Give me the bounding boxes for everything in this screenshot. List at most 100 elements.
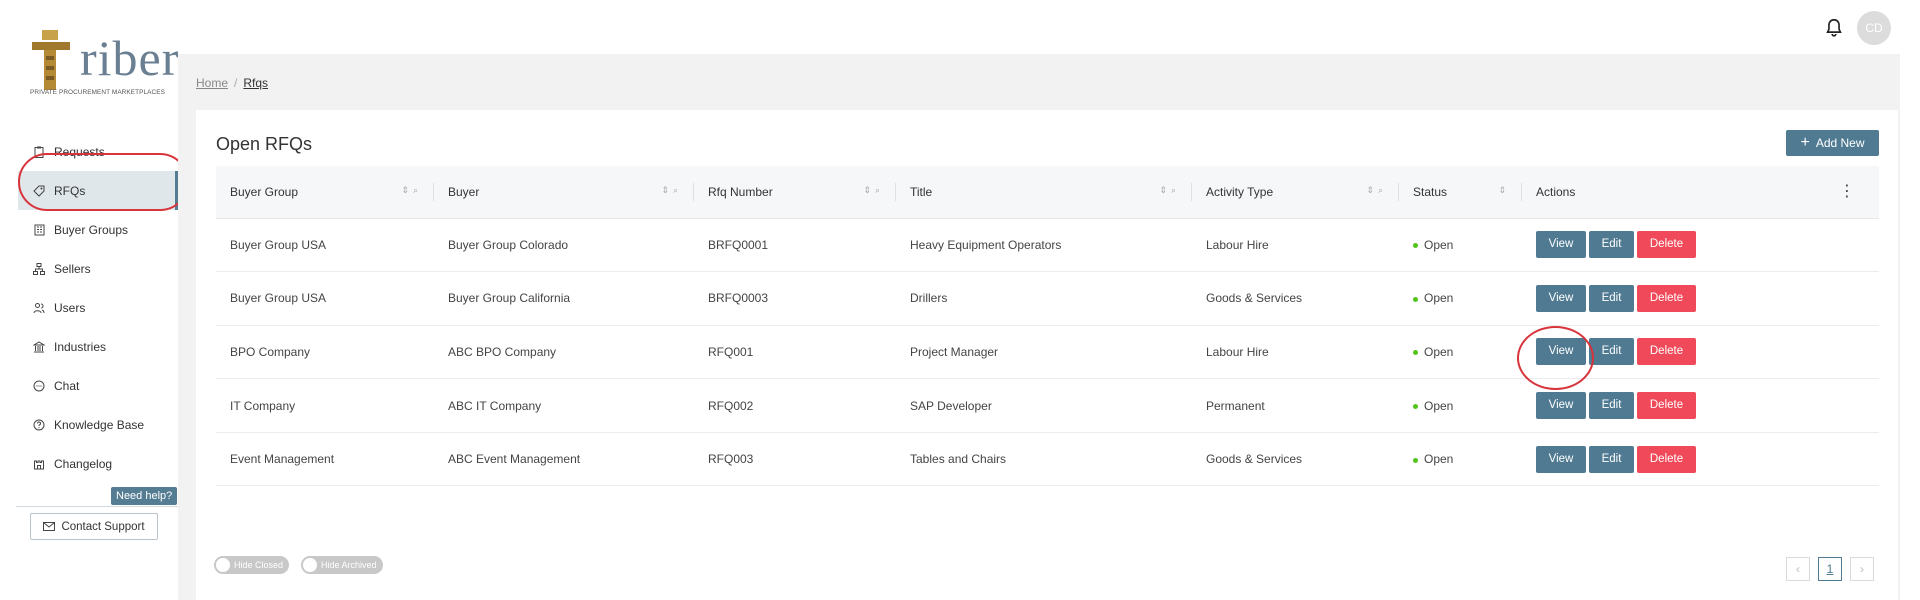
table-header-row: Buyer Group ⇕⌕ Buyer ⇕⌕ Rfq Number ⇕⌕ Title…: [216, 166, 1879, 219]
delete-button[interactable]: Delete: [1637, 284, 1696, 312]
status-text: Open: [1424, 237, 1454, 252]
prev-page-button[interactable]: ‹: [1786, 557, 1810, 581]
bell-icon[interactable]: [1823, 17, 1845, 39]
cell-actions: View Edit Delete: [1522, 271, 1879, 326]
toggle-label: Hide Closed: [234, 560, 284, 570]
status-text: Open: [1424, 452, 1454, 467]
breadcrumb-home[interactable]: Home: [196, 76, 228, 90]
breadcrumb-current[interactable]: Rfqs: [243, 76, 268, 90]
delete-button[interactable]: Delete: [1637, 338, 1696, 366]
column-header-title[interactable]: Title ⇕⌕: [896, 166, 1192, 219]
help-divider: [16, 506, 182, 507]
cell-status: Open: [1399, 218, 1522, 273]
column-header-activity-type[interactable]: Activity Type ⇕⌕: [1192, 166, 1399, 219]
edit-button[interactable]: Edit: [1589, 284, 1634, 312]
hide-closed-toggle[interactable]: Hide Closed: [214, 556, 290, 574]
cell-activity-type: Goods & Services: [1192, 271, 1399, 326]
sidebar-item-label: Knowledge Base: [54, 417, 145, 432]
need-help-badge[interactable]: Need help?: [111, 487, 178, 505]
cell-activity-type: Labour Hire: [1192, 218, 1399, 273]
page-number-button[interactable]: 1: [1818, 557, 1842, 581]
cell-activity-type: Labour Hire: [1192, 325, 1399, 380]
cell-buyer-group: IT Company: [216, 378, 434, 433]
delete-button[interactable]: Delete: [1637, 231, 1696, 259]
cell-rfq-number: BRFQ0003: [694, 271, 896, 326]
edit-button[interactable]: Edit: [1589, 392, 1634, 420]
cell-buyer-group: Buyer Group USA: [216, 218, 434, 273]
sidebar-item-label: Changelog: [54, 456, 113, 471]
next-page-button[interactable]: ›: [1850, 557, 1874, 581]
view-button[interactable]: View: [1536, 392, 1586, 420]
highlight-circle-rfqs: [18, 153, 189, 211]
cell-status: Open: [1399, 378, 1522, 433]
sitemap-icon: [33, 262, 45, 275]
logo[interactable]: riber PRIVATE PROCUREMENT MARKETPLACES: [28, 28, 178, 100]
sort-icon[interactable]: ⇕: [1498, 185, 1510, 196]
cell-title: Project Manager: [896, 325, 1192, 380]
sidebar-item-sellers[interactable]: Sellers: [18, 249, 178, 288]
contact-support-label: Contact Support: [61, 520, 145, 533]
table-row: BPO Company ABC BPO Company RFQ001 Proje…: [216, 325, 1879, 380]
cell-buyer-group: Buyer Group USA: [216, 271, 434, 326]
edit-button[interactable]: Edit: [1589, 445, 1634, 473]
cell-rfq-number: BRFQ0001: [694, 218, 896, 273]
view-button[interactable]: View: [1536, 284, 1586, 312]
table-row: Buyer Group USA Buyer Group California B…: [216, 271, 1879, 326]
cell-buyer: Buyer Group Colorado: [434, 218, 694, 273]
sort-filter-icons[interactable]: ⇕⌕: [1366, 185, 1387, 196]
logo-wordmark: riber: [80, 30, 180, 86]
sidebar-item-label: Chat: [54, 378, 80, 393]
column-header-rfq-number[interactable]: Rfq Number ⇕⌕: [694, 166, 896, 219]
add-new-button[interactable]: + Add New: [1786, 130, 1879, 156]
building-icon: [33, 224, 45, 236]
cell-actions: View Edit Delete: [1522, 432, 1879, 487]
hide-archived-toggle[interactable]: Hide Archived: [301, 556, 383, 574]
sidebar-item-changelog[interactable]: Changelog: [18, 444, 178, 483]
castle-icon: [33, 458, 45, 470]
sidebar-item-users[interactable]: Users: [18, 288, 178, 327]
edit-button[interactable]: Edit: [1589, 338, 1634, 366]
table-row: Event Management ABC Event Management RF…: [216, 432, 1879, 487]
cell-rfq-number: RFQ003: [694, 432, 896, 487]
sidebar-item-label: Sellers: [54, 261, 91, 276]
cell-status: Open: [1399, 432, 1522, 487]
cell-buyer: ABC Event Management: [434, 432, 694, 487]
sort-filter-icons[interactable]: ⇕⌕: [661, 185, 682, 196]
toggle-label: Hide Archived: [321, 560, 377, 570]
sort-filter-icons[interactable]: ⇕⌕: [863, 185, 884, 196]
add-new-label: Add New: [1815, 136, 1865, 150]
column-header-buyer[interactable]: Buyer ⇕⌕: [434, 166, 694, 219]
cell-buyer: Buyer Group California: [434, 271, 694, 326]
column-header-status[interactable]: Status ⇕: [1399, 166, 1522, 219]
cell-status: Open: [1399, 271, 1522, 326]
view-button[interactable]: View: [1536, 231, 1586, 259]
cell-title: Heavy Equipment Operators: [896, 218, 1192, 273]
mail-icon: [43, 522, 56, 531]
sidebar-item-label: Industries: [54, 339, 107, 354]
view-button[interactable]: View: [1536, 445, 1586, 473]
column-header-buyer-group[interactable]: Buyer Group ⇕⌕: [216, 166, 434, 219]
sidebar-item-buyer-groups[interactable]: Buyer Groups: [18, 210, 178, 249]
contact-support-button[interactable]: Contact Support: [30, 513, 158, 540]
delete-button[interactable]: Delete: [1637, 445, 1696, 473]
cell-buyer: ABC IT Company: [434, 378, 694, 433]
avatar[interactable]: CD: [1857, 11, 1891, 45]
cell-activity-type: Goods & Services: [1192, 432, 1399, 487]
sidebar-item-industries[interactable]: Industries: [18, 327, 178, 366]
rfq-card: Open RFQs + Add New Buyer Group ⇕⌕ Buyer ⇕…: [196, 110, 1898, 600]
cell-rfq-number: RFQ002: [694, 378, 896, 433]
sort-filter-icons[interactable]: ⇕⌕: [401, 185, 422, 196]
main-content: Home / Rfqs Open RFQs + Add New Buyer Grou…: [178, 54, 1900, 600]
chat-icon: [33, 380, 45, 392]
cell-actions: View Edit Delete: [1522, 378, 1879, 433]
delete-button[interactable]: Delete: [1637, 392, 1696, 420]
edit-button[interactable]: Edit: [1589, 231, 1634, 259]
breadcrumb-separator: /: [234, 76, 238, 90]
more-vertical-icon[interactable]: ⋮: [1839, 184, 1855, 200]
sort-filter-icons[interactable]: ⇕⌕: [1159, 185, 1180, 196]
status-text: Open: [1424, 398, 1454, 413]
column-header-actions: Actions ⋮: [1522, 166, 1879, 219]
status-dot: [1413, 403, 1418, 409]
sidebar-item-chat[interactable]: Chat: [18, 366, 178, 405]
sidebar-item-knowledge-base[interactable]: Knowledge Base: [18, 405, 178, 444]
